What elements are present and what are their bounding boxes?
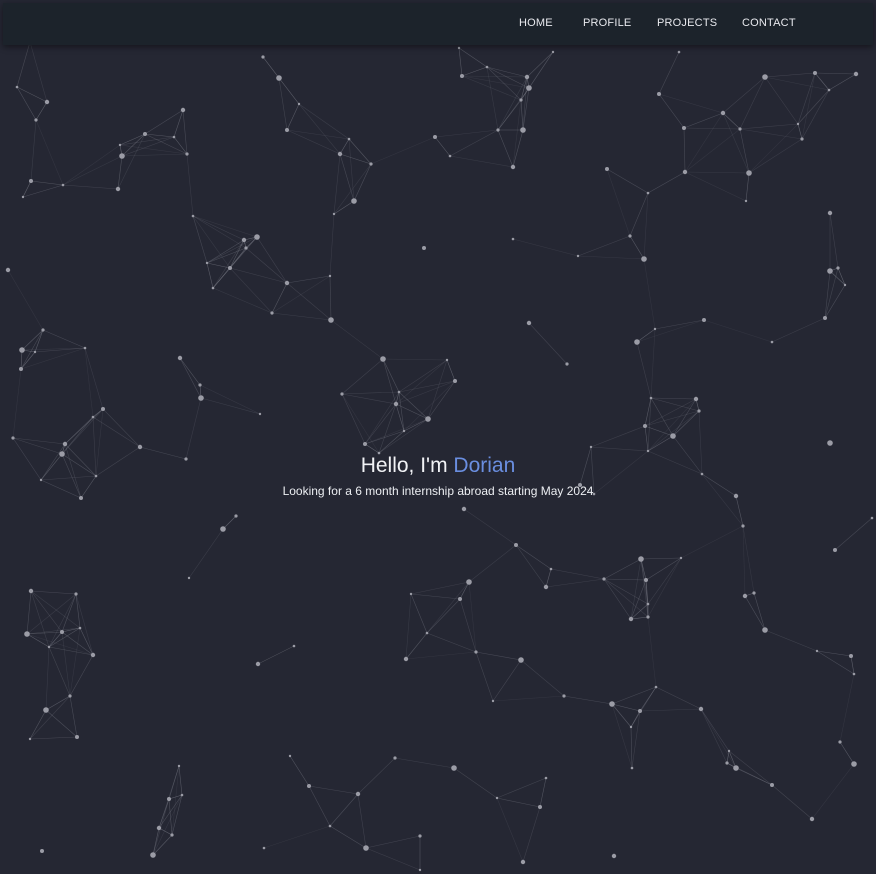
hero-section: Hello, I'm Dorian Looking for a 6 month … xyxy=(0,452,876,499)
hero-heading: Hello, I'm Dorian xyxy=(0,452,876,480)
nav-projects-link[interactable]: PROJECTS xyxy=(657,17,717,29)
nav-home-link[interactable]: HOME xyxy=(519,17,553,29)
hero-greeting: Hello, I'm xyxy=(360,454,448,477)
particle-network-background xyxy=(5,39,874,872)
nav-contact-link[interactable]: CONTACT xyxy=(742,17,796,29)
hero-tagline: Looking for a 6 month internship abroad … xyxy=(282,484,594,498)
nav-profile-link[interactable]: PROFILE xyxy=(583,17,631,29)
hero-name: Dorian xyxy=(453,454,516,477)
page: HOME PROFILE PROJECTS CONTACT Hello, I'm… xyxy=(0,0,876,874)
top-navbar: HOME PROFILE PROJECTS CONTACT xyxy=(3,3,873,45)
